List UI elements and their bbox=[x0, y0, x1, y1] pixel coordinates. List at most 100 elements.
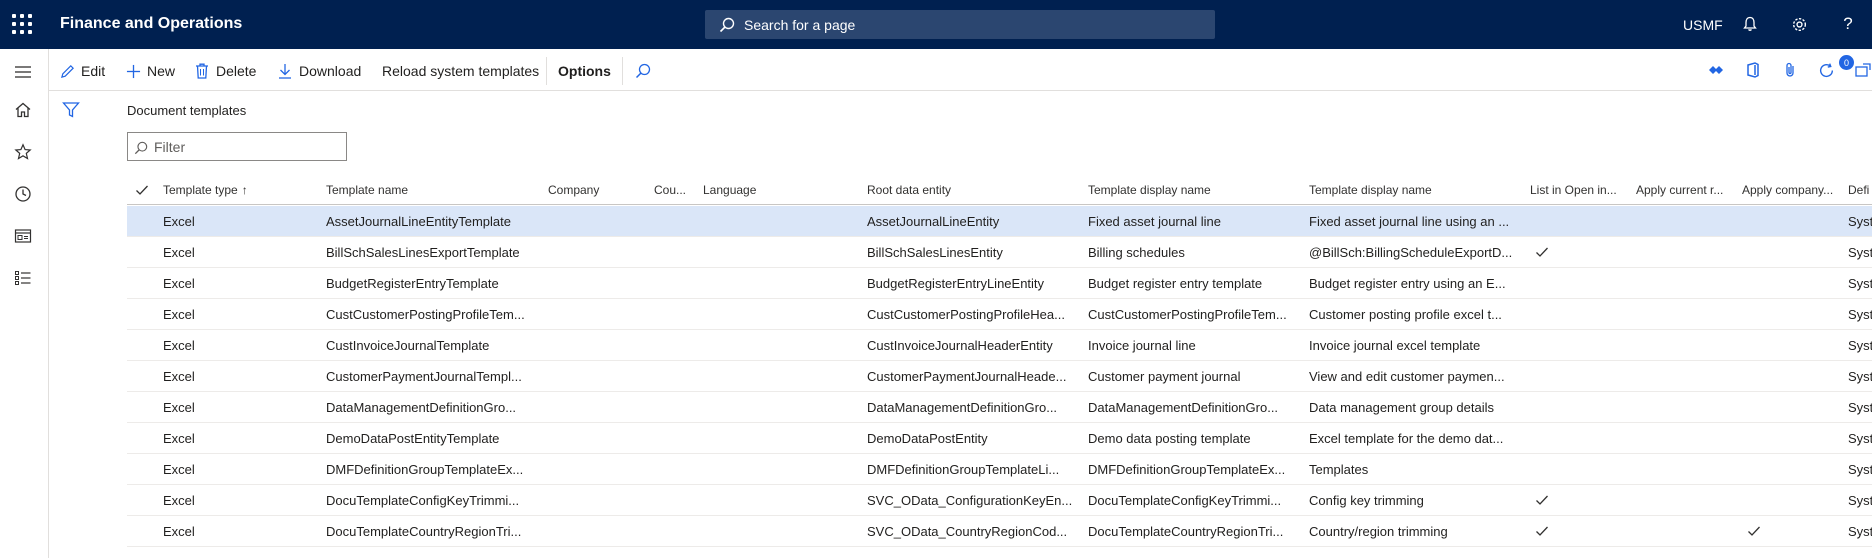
column-header-apply-company[interactable]: Apply company... bbox=[1742, 183, 1838, 197]
reload-label: Reload system templates bbox=[382, 63, 540, 79]
table-row[interactable]: Excel CustCustomerPostingProfileTem... Cus… bbox=[127, 299, 1872, 330]
gear-icon[interactable] bbox=[1789, 14, 1809, 34]
edit-button[interactable]: Edit bbox=[59, 61, 105, 81]
new-label: New bbox=[147, 63, 176, 79]
cell-root-data-entity: SVC_OData_ConfigurationKeyEn... bbox=[867, 493, 1073, 508]
cell-root-data-entity: SVC_OData_CountryRegionCod... bbox=[867, 524, 1068, 539]
cell-defi: Syst bbox=[1848, 276, 1872, 291]
modules-list-icon[interactable] bbox=[12, 267, 34, 289]
app-launcher-icon[interactable] bbox=[12, 14, 32, 34]
column-header-template-display-name[interactable]: Template display name bbox=[1088, 183, 1288, 197]
attachments-icon[interactable] bbox=[1781, 61, 1799, 79]
cell-template-name: DemoDataPostEntityTemplate bbox=[326, 431, 500, 446]
download-button[interactable]: Download bbox=[277, 61, 361, 81]
cell-defi: Syst bbox=[1848, 214, 1872, 229]
cell-defi: Syst bbox=[1848, 462, 1872, 477]
attachments-count-badge: 0 bbox=[1839, 55, 1854, 70]
cell-template-type: Excel bbox=[163, 524, 195, 539]
cell-template-name: AssetJournalLineEntityTemplate bbox=[326, 214, 511, 229]
cell-root-data-entity: DataManagementDefinitionGro... bbox=[867, 400, 1058, 415]
cell-template-type: Excel bbox=[163, 400, 195, 415]
options-tab[interactable]: Options bbox=[558, 61, 611, 81]
cell-root-data-entity: AssetJournalLineEntity bbox=[867, 214, 1000, 229]
column-header-root-data-entity[interactable]: Root data entity bbox=[867, 183, 1067, 197]
cell-root-data-entity: BudgetRegisterEntryLineEntity bbox=[867, 276, 1045, 291]
filter-pane-funnel-icon[interactable] bbox=[62, 101, 80, 119]
column-header-apply-current[interactable]: Apply current r... bbox=[1636, 183, 1732, 197]
action-divider bbox=[546, 57, 547, 85]
cell-template-name: BudgetRegisterEntryTemplate bbox=[326, 276, 499, 291]
page-title: Document templates bbox=[127, 103, 247, 118]
column-header-country[interactable]: Cou... bbox=[654, 183, 694, 197]
cell-template-type: Excel bbox=[163, 276, 195, 291]
column-header-template-type[interactable]: Template type ↑ bbox=[163, 183, 293, 197]
bell-icon[interactable] bbox=[1740, 14, 1760, 34]
search-icon bbox=[635, 63, 651, 79]
reload-system-templates-button[interactable]: Reload system templates bbox=[382, 61, 539, 81]
open-new-window-icon[interactable] bbox=[1854, 61, 1872, 79]
refresh-icon[interactable] bbox=[1817, 61, 1835, 79]
list-in-open-in-check-icon bbox=[1536, 526, 1548, 536]
cell-root-data-entity: DemoDataPostEntity bbox=[867, 431, 988, 446]
download-label: Download bbox=[299, 63, 362, 79]
table-row[interactable]: Excel BillSchSalesLinesExportTemplate Bill… bbox=[127, 237, 1872, 268]
column-header-list-in-open-in[interactable]: List in Open in... bbox=[1530, 183, 1625, 197]
recent-clock-icon[interactable] bbox=[12, 183, 34, 205]
cell-defi: Syst bbox=[1848, 400, 1872, 415]
delete-button[interactable]: Delete bbox=[194, 61, 256, 81]
help-icon[interactable]: ? bbox=[1838, 14, 1858, 34]
table-row[interactable]: Excel AssetJournalLineEntityTemplate Asset… bbox=[127, 206, 1872, 237]
app-title[interactable]: Finance and Operations bbox=[60, 15, 242, 33]
column-header-language[interactable]: Language bbox=[703, 183, 853, 197]
table-row[interactable]: Excel DataManagementDefinitionGro... DataM… bbox=[127, 392, 1872, 423]
page-search-box[interactable]: Search for a page bbox=[705, 10, 1215, 39]
column-header-template-name[interactable]: Template name bbox=[326, 183, 501, 197]
cell-template-type: Excel bbox=[163, 493, 195, 508]
document-templates-grid: Template type ↑ Template name Company Cou… bbox=[127, 176, 1872, 558]
favorites-star-icon[interactable] bbox=[12, 141, 34, 163]
column-header-template-display-name-2[interactable]: Template display name bbox=[1309, 183, 1509, 197]
quick-filter-box[interactable] bbox=[127, 132, 347, 161]
search-placeholder: Search for a page bbox=[744, 17, 856, 33]
table-row[interactable]: Excel CustInvoiceJournalTemplate CustInvoi… bbox=[127, 330, 1872, 361]
workspaces-icon[interactable] bbox=[12, 225, 34, 247]
column-header-company[interactable]: Company bbox=[548, 183, 648, 197]
table-row[interactable]: Excel CustomerPaymentJournalTempl... Custo… bbox=[127, 361, 1872, 392]
cell-template-display-name: CustCustomerPostingProfileTem... bbox=[1088, 307, 1287, 322]
cell-template-display-name: DataManagementDefinitionGro... bbox=[1088, 400, 1279, 415]
select-all-checkmark-icon[interactable] bbox=[135, 183, 149, 197]
options-label: Options bbox=[558, 63, 611, 79]
home-icon[interactable] bbox=[12, 99, 34, 121]
trash-icon bbox=[194, 63, 210, 79]
new-button[interactable]: New bbox=[125, 61, 175, 81]
cell-template-display-name: Invoice journal line bbox=[1088, 338, 1196, 353]
table-row[interactable]: Excel DemoDataPostEntityTemplate DemoDataP… bbox=[127, 423, 1872, 454]
table-row[interactable]: Excel DocuTemplateConfigKeyTrimmi... SVC_O… bbox=[127, 485, 1872, 516]
filter-input[interactable] bbox=[154, 137, 340, 156]
cell-template-display-name: Billing schedules bbox=[1088, 245, 1185, 260]
cell-defi: Syst bbox=[1848, 493, 1872, 508]
cell-template-display-name-2: Templates bbox=[1309, 462, 1369, 477]
column-header-defi[interactable]: Defi bbox=[1848, 183, 1872, 197]
cell-template-display-name: Customer payment journal bbox=[1088, 369, 1241, 384]
office-icon[interactable] bbox=[1744, 61, 1762, 79]
cell-template-name: CustomerPaymentJournalTempl... bbox=[326, 369, 522, 384]
cell-defi: Syst bbox=[1848, 369, 1872, 384]
company-picker[interactable]: USMF bbox=[1683, 17, 1723, 33]
cell-template-display-name-2: Budget register entry using an E... bbox=[1309, 276, 1506, 291]
table-row[interactable]: Excel DocuTemplateCountryRegionTri... SVC_… bbox=[127, 516, 1872, 547]
power-apps-icon[interactable] bbox=[1707, 61, 1725, 79]
table-row[interactable]: Excel DMFDefinitionGroupTemplateEx... DMFD… bbox=[127, 454, 1872, 485]
search-icon bbox=[719, 17, 735, 33]
cell-template-name: BillSchSalesLinesExportTemplate bbox=[326, 245, 520, 260]
table-row[interactable]: Excel BudgetRegisterEntryTemplate BudgetRe… bbox=[127, 268, 1872, 299]
hamburger-menu-icon[interactable] bbox=[12, 61, 34, 83]
cell-template-type: Excel bbox=[163, 214, 195, 229]
cell-defi: Syst bbox=[1848, 338, 1872, 353]
sort-ascending-icon: ↑ bbox=[241, 183, 248, 197]
action-search-button[interactable] bbox=[635, 61, 651, 81]
cell-template-display-name-2: Invoice journal excel template bbox=[1309, 338, 1481, 353]
cell-root-data-entity: CustomerPaymentJournalHeade... bbox=[867, 369, 1067, 384]
cell-template-type: Excel bbox=[163, 462, 195, 477]
cell-template-display-name-2: @BillSch:BillingScheduleExportD... bbox=[1309, 245, 1513, 260]
